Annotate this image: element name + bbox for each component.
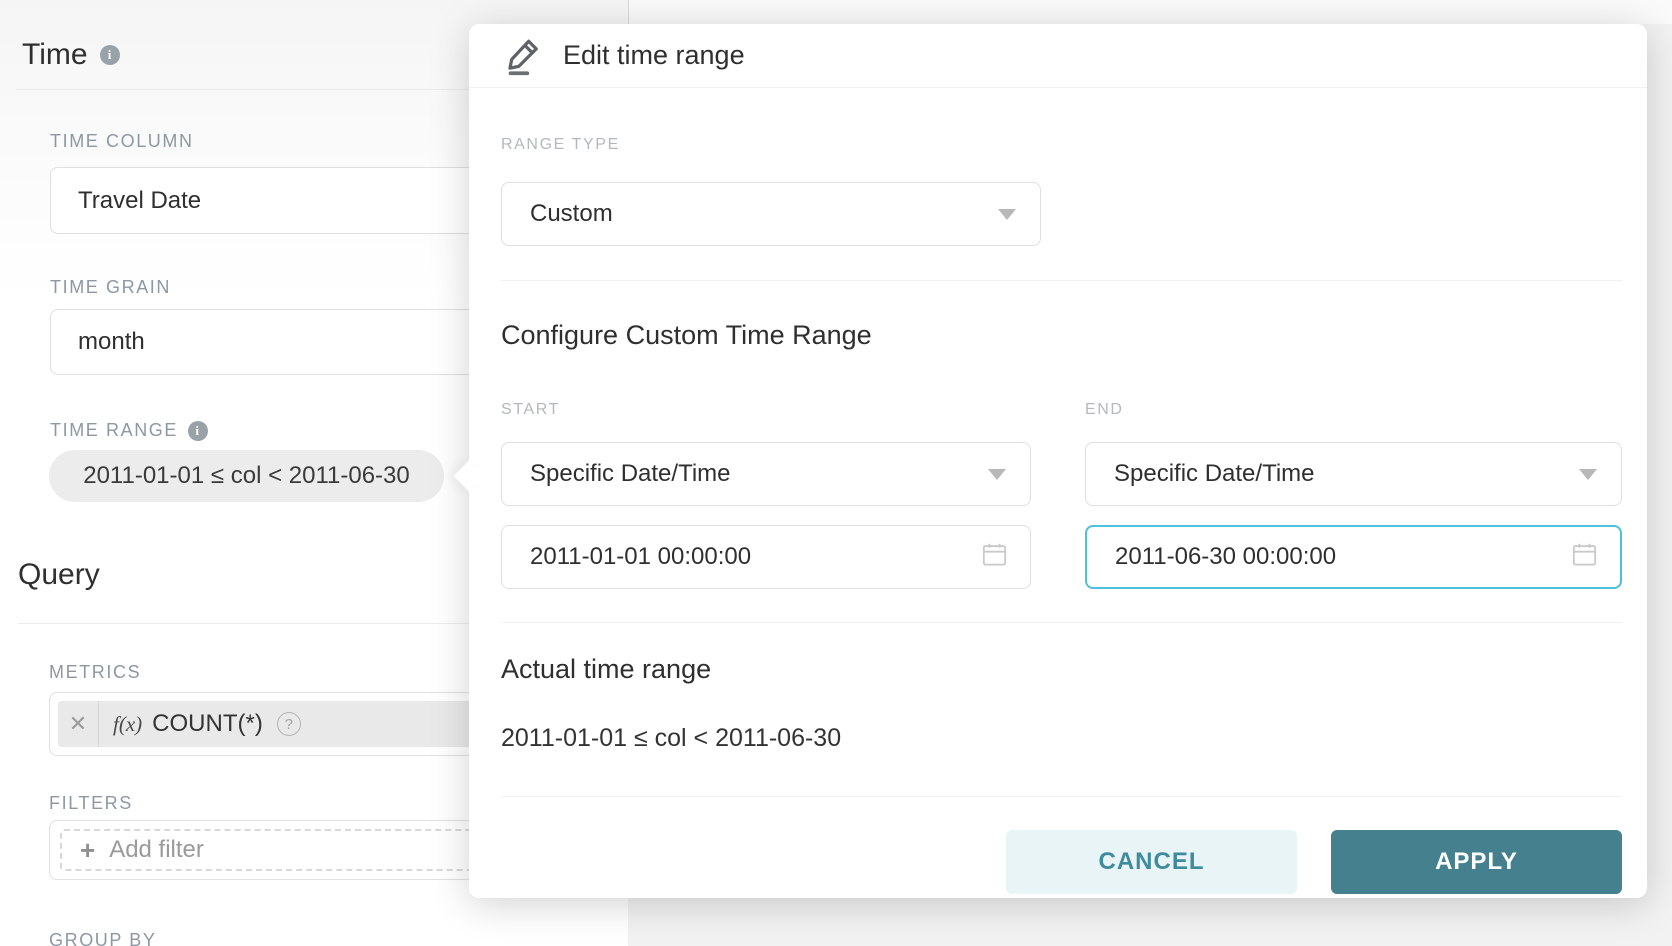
info-icon[interactable]: i — [188, 421, 208, 441]
time-column-label: TIME COLUMN — [50, 131, 194, 152]
start-datetime-field — [501, 525, 1031, 589]
popover-header: Edit time range — [469, 24, 1647, 88]
calendar-icon[interactable] — [1571, 541, 1598, 573]
start-mode-value: Specific Date/Time — [530, 460, 731, 488]
explore-view: Time i TIME COLUMN Travel Date TIME GRAI… — [0, 0, 1672, 946]
info-icon[interactable]: i — [100, 45, 120, 65]
fx-icon: f(x) — [113, 712, 142, 737]
chevron-down-icon — [1579, 469, 1597, 480]
query-section-title: Query — [18, 558, 100, 592]
end-datetime-input[interactable] — [1087, 543, 1496, 571]
time-range-label: TIME RANGE — [50, 420, 178, 441]
range-type-divider — [501, 280, 1622, 281]
chart-area-top-strip — [628, 0, 1672, 24]
metric-name: COUNT(*) — [152, 710, 263, 738]
actual-range-divider — [501, 622, 1622, 623]
edit-pencil-icon — [505, 36, 543, 76]
range-type-select[interactable]: Custom — [501, 182, 1041, 246]
end-mode-select[interactable]: Specific Date/Time — [1085, 442, 1622, 506]
actual-range-heading: Actual time range — [501, 654, 711, 685]
metrics-label: METRICS — [49, 662, 141, 683]
close-icon[interactable]: ✕ — [58, 701, 99, 747]
time-range-pill-value: 2011-01-01 ≤ col < 2011-06-30 — [83, 462, 410, 490]
start-label: START — [501, 401, 560, 419]
add-filter-placeholder: Add filter — [109, 836, 204, 864]
time-grain-label: TIME GRAIN — [50, 277, 171, 298]
time-section-header: Time i — [22, 38, 120, 72]
configure-heading: Configure Custom Time Range — [501, 320, 872, 351]
query-section-header: Query — [18, 558, 100, 592]
chevron-down-icon — [998, 209, 1016, 220]
question-icon[interactable]: ? — [277, 712, 301, 736]
end-mode-value: Specific Date/Time — [1114, 460, 1315, 488]
start-mode-select[interactable]: Specific Date/Time — [501, 442, 1031, 506]
cancel-button[interactable]: CANCEL — [1006, 830, 1297, 894]
time-column-value: Travel Date — [78, 187, 201, 215]
end-label: END — [1085, 401, 1124, 419]
apply-button[interactable]: APPLY — [1331, 830, 1622, 894]
group-by-label: GROUP BY — [49, 930, 157, 946]
filters-label: FILTERS — [49, 793, 133, 814]
range-type-label: RANGE TYPE — [501, 136, 620, 154]
end-datetime-field — [1085, 525, 1622, 589]
time-range-label-row: TIME RANGE i — [50, 420, 208, 441]
edit-time-range-popover: Edit time range RANGE TYPE Custom Config… — [469, 24, 1647, 898]
start-datetime-input[interactable] — [502, 543, 907, 571]
popover-title: Edit time range — [563, 40, 745, 71]
chevron-down-icon — [988, 469, 1006, 480]
plus-icon: + — [80, 837, 95, 863]
calendar-icon[interactable] — [981, 541, 1008, 573]
time-section-title: Time — [22, 38, 88, 72]
time-grain-value: month — [78, 328, 145, 356]
range-type-value: Custom — [530, 200, 613, 228]
actual-range-value: 2011-01-01 ≤ col < 2011-06-30 — [501, 724, 841, 753]
panel-divider-line — [628, 0, 629, 24]
footer-divider — [501, 796, 1622, 797]
time-range-pill[interactable]: 2011-01-01 ≤ col < 2011-06-30 — [49, 450, 444, 502]
